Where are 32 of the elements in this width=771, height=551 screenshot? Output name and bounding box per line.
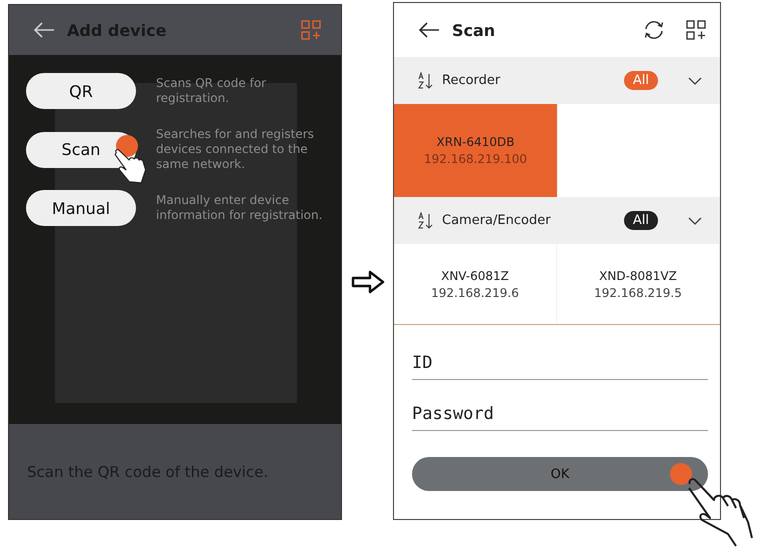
device-model: XND-8081VZ — [599, 268, 677, 282]
device-ip: 192.168.219.100 — [424, 152, 528, 166]
input-field[interactable]: ID — [412, 347, 708, 380]
option-description: Searches for and registers devices connected to the same network. — [156, 127, 315, 172]
option-button[interactable]: Scan — [26, 132, 136, 168]
device-ip: 192.168.219.6 — [431, 286, 519, 300]
group-header[interactable]: Camera/Encoder All — [394, 197, 720, 244]
hand-icon — [686, 478, 756, 548]
sort-icon[interactable] — [418, 72, 434, 90]
chevron-down-icon[interactable] — [688, 216, 702, 224]
chevron-down-icon[interactable] — [688, 76, 702, 84]
option-description: Manually enter device information for registration. — [156, 193, 324, 223]
input-field[interactable]: Password — [412, 398, 708, 431]
screen-title: Add device — [67, 20, 168, 40]
device-model: XNV-6081Z — [441, 268, 509, 282]
device-tile[interactable]: XRN-6410DB 192.168.219.100 — [394, 104, 558, 197]
option-button[interactable]: Manual — [26, 190, 136, 226]
device-model: XRN-6410DB — [436, 135, 514, 149]
filter-chip[interactable]: All — [624, 211, 658, 230]
option-button[interactable]: QR — [26, 73, 136, 109]
refresh-icon[interactable] — [642, 19, 666, 41]
back-arrow-icon[interactable] — [418, 22, 440, 38]
device-ip: 192.168.219.5 — [594, 286, 682, 300]
group-name: Camera/Encoder — [442, 213, 552, 228]
next-arrow-icon — [350, 269, 386, 295]
option-description: Scans QR code for registration. — [156, 76, 268, 106]
add-device-icon[interactable] — [686, 20, 706, 40]
screen-title: Scan — [452, 20, 496, 40]
group-header[interactable]: Recorder All — [394, 57, 720, 104]
group-name: Recorder — [442, 73, 502, 88]
ok-button[interactable]: OK — [412, 457, 708, 491]
sort-icon[interactable] — [418, 212, 434, 230]
